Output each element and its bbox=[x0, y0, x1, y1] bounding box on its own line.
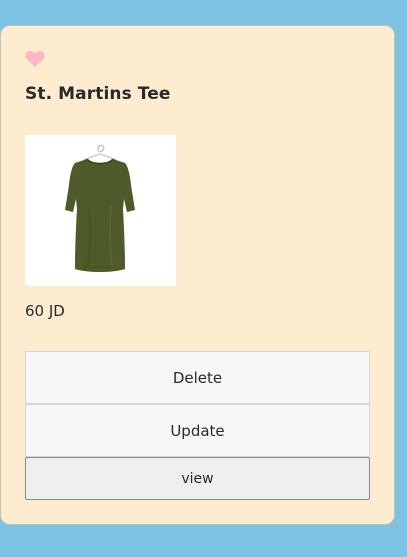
view-button[interactable]: view bbox=[25, 457, 370, 500]
heart-icon[interactable] bbox=[25, 50, 45, 68]
product-image bbox=[25, 135, 176, 286]
product-title: St. Martins Tee bbox=[25, 84, 171, 104]
product-price: 60 JD bbox=[25, 302, 65, 320]
delete-button[interactable]: Delete bbox=[25, 351, 370, 404]
update-button[interactable]: Update bbox=[25, 404, 370, 457]
product-card: St. Martins Tee 60 JD Delete Update view bbox=[0, 25, 395, 525]
